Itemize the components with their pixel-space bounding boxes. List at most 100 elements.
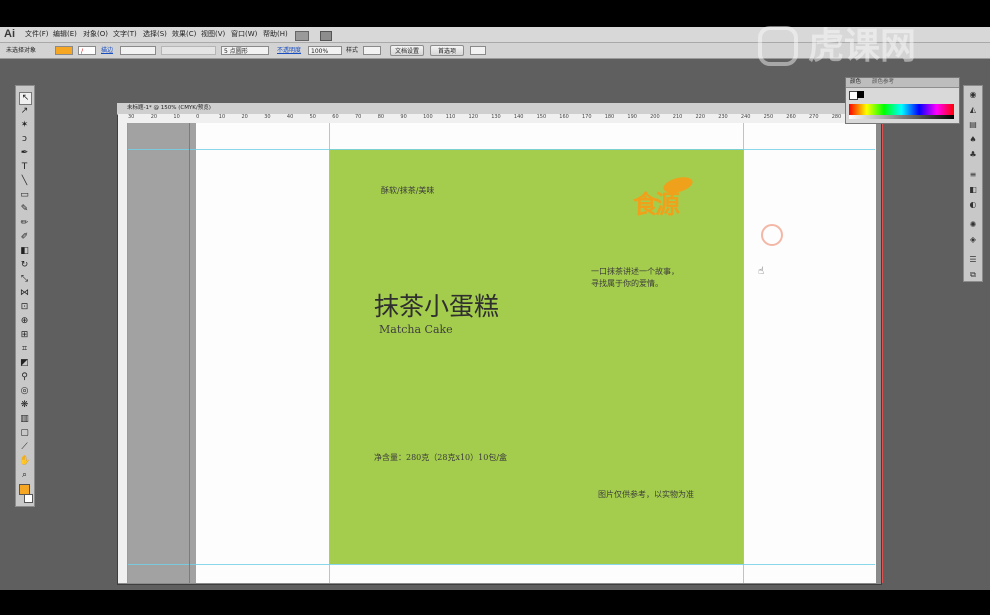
color-panel-icon[interactable]: ◉ [968, 90, 978, 100]
graphic-styles-icon[interactable]: ◈ [968, 235, 978, 245]
arrange-documents-icon[interactable] [320, 31, 332, 41]
menu-file[interactable]: 文件(F) [25, 27, 49, 42]
bridge-icon[interactable] [295, 31, 309, 41]
eyedropper-tool-icon[interactable]: ⚲ [19, 372, 30, 383]
ruler-tick-label: 150 [536, 114, 547, 120]
color-guide-icon[interactable]: ◭ [968, 105, 978, 115]
mesh-tool-icon[interactable]: ⌗ [19, 344, 30, 355]
opacity-field[interactable]: 100% [308, 46, 342, 55]
disclaimer-text[interactable]: 图片仅供参考，以实物为准 [598, 489, 694, 500]
rotate-tool-icon[interactable]: ↻ [19, 260, 30, 271]
menu-edit[interactable]: 编辑(E) [53, 27, 77, 42]
ruler-tick-label: 110 [445, 114, 456, 120]
ruler-tick-label: 10 [218, 114, 226, 120]
grayscale-bar[interactable] [849, 115, 954, 119]
menu-type[interactable]: 文字(T) [113, 27, 137, 42]
lasso-tool-icon[interactable]: ↄ [19, 134, 30, 145]
perspective-grid-tool-icon[interactable]: ⊞ [19, 330, 30, 341]
swatches-icon[interactable]: ▤ [968, 120, 978, 130]
ruler-tick-label: 10 [173, 114, 180, 120]
stroke-color-swatch[interactable] [24, 494, 33, 503]
net-content-text[interactable]: 净含量：280克（28克x10）10包/盒 [374, 452, 507, 463]
appearance-icon[interactable]: ✺ [968, 220, 978, 230]
fill-swatch[interactable] [55, 46, 73, 55]
blob-brush-tool-icon[interactable]: ✐ [19, 232, 30, 243]
ruler-tick-label: 190 [627, 114, 637, 120]
selection-tool-icon[interactable]: ↖ [19, 92, 32, 105]
artboards-icon[interactable]: ⧉ [968, 270, 978, 280]
variable-width-field[interactable] [161, 46, 216, 55]
ruler-tick-label: 80 [377, 114, 385, 120]
brushes-icon[interactable]: ♠ [968, 135, 978, 145]
color-tab[interactable]: 颜色 [850, 78, 861, 87]
guide-top [128, 149, 875, 150]
stroke-label[interactable]: 描边 [101, 46, 113, 55]
direct-selection-tool-icon[interactable]: ↗ [19, 106, 30, 117]
symbol-sprayer-tool-icon[interactable]: ❋ [19, 400, 30, 411]
ruler-tick-label: 30 [264, 114, 271, 120]
symbols-icon[interactable]: ♣ [968, 150, 978, 160]
hand-tool-icon[interactable]: ✋ [19, 456, 30, 467]
product-subtitle[interactable]: Matcha Cake [379, 323, 453, 336]
color-panel: 颜色 颜色参考 [845, 77, 960, 124]
free-transform-tool-icon[interactable]: ⊡ [19, 302, 30, 313]
magic-wand-tool-icon[interactable]: ✶ [19, 120, 30, 131]
stroke-swatch[interactable]: / [78, 46, 96, 55]
shape-builder-tool-icon[interactable]: ⊕ [19, 316, 30, 327]
ruler-tick-label: 50 [309, 114, 316, 120]
ruler-tick-label: 20 [150, 114, 158, 120]
guide-right [743, 123, 744, 583]
menu-object[interactable]: 对象(O) [83, 27, 108, 42]
brush-profile-select[interactable]: 5 点圆形 [221, 46, 269, 55]
ruler-tick-label: 130 [491, 114, 501, 120]
document-setup-button[interactable]: 文档设置 [390, 45, 424, 56]
layers-icon[interactable]: ☰ [968, 255, 978, 265]
gradient-panel-icon[interactable]: ◧ [968, 185, 978, 195]
ruler-tick-label: 210 [672, 114, 683, 120]
pen-tool-icon[interactable]: ✒ [19, 148, 30, 159]
product-title[interactable]: 抹茶小蛋糕 [374, 287, 499, 323]
eraser-tool-icon[interactable]: ◧ [19, 246, 30, 257]
ruler-tick-label: 90 [400, 114, 407, 120]
graphic-style-swatch[interactable] [363, 46, 381, 55]
line-tool-icon[interactable]: ╲ [19, 176, 30, 187]
stroke-weight-field[interactable] [120, 46, 156, 55]
black-swatch[interactable] [857, 91, 864, 98]
rectangle-tool-icon[interactable]: ▭ [19, 190, 30, 201]
blend-tool-icon[interactable]: ◎ [19, 386, 30, 397]
story-line-1[interactable]: 一口抹茶讲述一个故事， [591, 266, 679, 277]
scale-tool-icon[interactable]: ⤡ [19, 274, 30, 285]
zoom-tool-icon[interactable]: ⌕ [19, 470, 30, 481]
menu-help[interactable]: 帮助(H) [263, 27, 288, 42]
width-tool-icon[interactable]: ⋈ [19, 288, 30, 299]
opacity-label[interactable]: 不透明度 [277, 46, 301, 55]
tagline-text[interactable]: 酥软/抹茶/美味 [381, 185, 434, 196]
column-graph-tool-icon[interactable]: ▥ [19, 414, 30, 425]
story-line-2[interactable]: 寻找属于你的爱情。 [591, 278, 663, 289]
transparency-icon[interactable]: ◐ [968, 200, 978, 210]
menu-effect[interactable]: 效果(C) [172, 27, 196, 42]
cursor-highlight-circle [761, 224, 783, 246]
artboard-tool-icon[interactable]: ▢ [19, 428, 30, 439]
color-guide-tab[interactable]: 颜色参考 [872, 78, 894, 87]
color-spectrum-bar[interactable] [849, 104, 954, 115]
ruler-tick-label: 160 [559, 114, 569, 120]
menu-select[interactable]: 选择(S) [143, 27, 167, 42]
brand-logo[interactable]: 食源 [633, 174, 703, 233]
gradient-tool-icon[interactable]: ◩ [19, 358, 30, 369]
paintbrush-tool-icon[interactable]: ✎ [19, 204, 30, 215]
panel-dock: ◉ ◭ ▤ ♠ ♣ ≡ ◧ ◐ ✺ ◈ ☰ ⧉ [963, 85, 983, 282]
type-tool-icon[interactable]: T [19, 162, 30, 173]
preferences-button[interactable]: 首选项 [430, 45, 464, 56]
ruler-tick-label: 140 [513, 114, 524, 120]
stroke-panel-icon[interactable]: ≡ [968, 170, 978, 180]
pencil-tool-icon[interactable]: ✏ [19, 218, 30, 229]
arrange-icon[interactable] [470, 46, 486, 55]
vertical-ruler[interactable] [118, 123, 128, 583]
ruler-tick-label: 120 [468, 114, 479, 120]
slice-tool-icon[interactable]: ⟋ [19, 442, 30, 453]
ruler-tick-label: 70 [355, 114, 362, 120]
guide-left [329, 123, 330, 583]
menu-view[interactable]: 视图(V) [201, 27, 225, 42]
menu-window[interactable]: 窗口(W) [231, 27, 257, 42]
